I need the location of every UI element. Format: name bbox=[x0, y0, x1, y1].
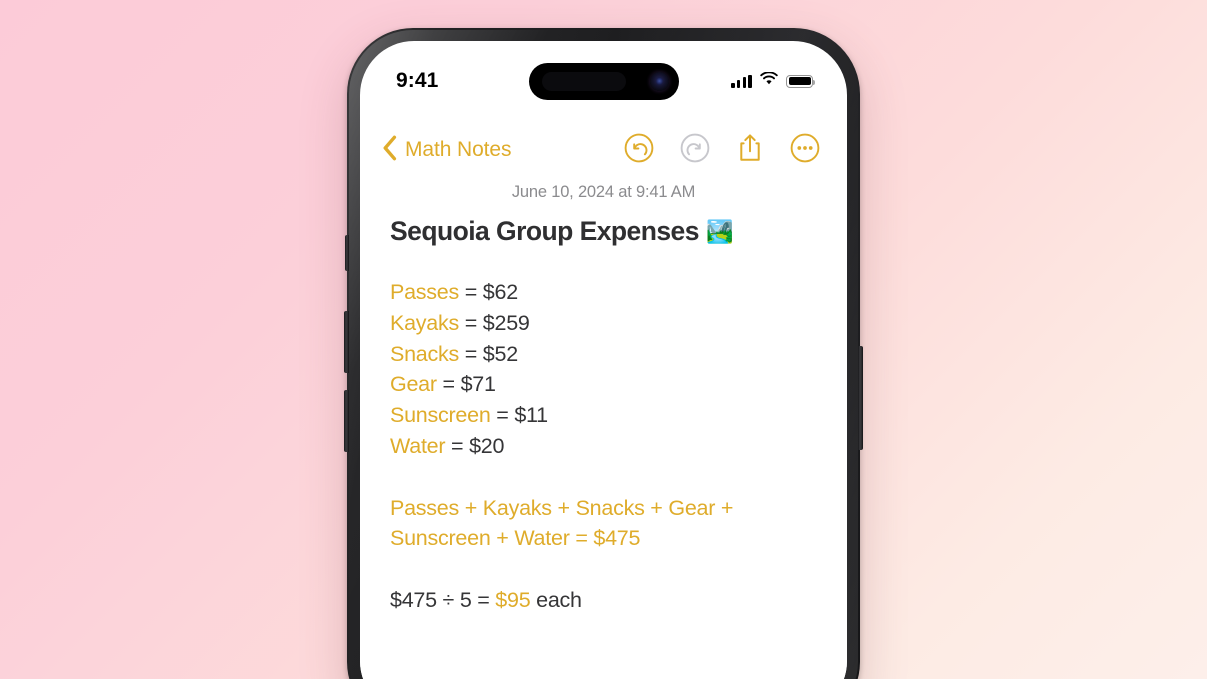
note-title-text: Sequoia Group Expenses bbox=[390, 216, 699, 246]
plus-operator: + bbox=[715, 495, 734, 520]
back-button[interactable]: Math Notes bbox=[382, 135, 511, 166]
note-timestamp: June 10, 2024 at 9:41 AM bbox=[511, 183, 696, 201]
expense-variable: Water bbox=[390, 433, 446, 458]
sum-term: Gear bbox=[668, 495, 716, 520]
division-expression: $475 ÷ 5 = bbox=[390, 587, 496, 612]
dynamic-island bbox=[528, 63, 679, 100]
expense-value: $52 bbox=[482, 341, 518, 366]
front-camera-icon bbox=[649, 72, 669, 91]
equals-operator: = bbox=[459, 280, 483, 304]
note-content[interactable]: June 10, 2024 at 9:41 AM Sequoia Group E… bbox=[360, 173, 847, 679]
earpiece-speaker-icon bbox=[541, 72, 626, 91]
national-park-emoji-icon: 🏞️ bbox=[705, 218, 733, 244]
expense-line: Water = $20 bbox=[390, 431, 817, 462]
expense-variable: Gear bbox=[390, 372, 437, 397]
cellular-signal-icon bbox=[731, 74, 752, 88]
expense-variable: Kayaks bbox=[390, 310, 460, 335]
expense-line: Kayaks = $259 bbox=[390, 308, 817, 339]
division-equation-line: $475 ÷ 5 = $95 each bbox=[390, 585, 817, 616]
phone-device-frame: 9:41 Math Notes June 10, 2024 at 9:41 AM… bbox=[344, 28, 863, 679]
equals-operator: = bbox=[490, 403, 515, 428]
sum-term: Kayaks bbox=[482, 495, 552, 520]
navigation-bar: Math Notes bbox=[360, 127, 847, 173]
sum-equation-line: Passes + Kayaks + Snacks + Gear + Sunscr… bbox=[390, 493, 817, 555]
division-result: $95 bbox=[495, 587, 531, 612]
equals-operator: = bbox=[459, 341, 483, 366]
note-title: Sequoia Group Expenses 🏞️ bbox=[390, 216, 817, 247]
expense-line: Gear = $71 bbox=[390, 369, 817, 400]
sum-term: Snacks bbox=[575, 495, 645, 520]
expense-variable: Sunscreen bbox=[390, 403, 491, 428]
expense-variable: Snacks bbox=[390, 341, 460, 366]
power-button[interactable] bbox=[858, 346, 863, 450]
more-button[interactable] bbox=[789, 132, 821, 169]
navigation-actions bbox=[623, 132, 821, 169]
sum-term: Water bbox=[514, 526, 570, 551]
expense-value: $259 bbox=[482, 310, 530, 335]
sum-term: Sunscreen bbox=[390, 526, 491, 551]
division-suffix: each bbox=[530, 587, 582, 612]
redo-button[interactable] bbox=[679, 132, 711, 169]
status-bar-indicators bbox=[731, 71, 816, 90]
phone-screen: 9:41 Math Notes June 10, 2024 at 9:41 AM… bbox=[360, 41, 847, 679]
equals-operator: = bbox=[569, 526, 594, 551]
action-button[interactable] bbox=[345, 235, 349, 271]
expense-value: $62 bbox=[482, 280, 518, 304]
expense-definitions: Passes = $62 Kayaks = $259 Snacks = $52 … bbox=[390, 277, 817, 616]
expense-value: $20 bbox=[469, 433, 505, 458]
sum-total: $475 bbox=[593, 526, 641, 551]
expense-value: $71 bbox=[460, 372, 496, 397]
expense-line: Snacks = $52 bbox=[390, 339, 817, 370]
volume-down-button[interactable] bbox=[344, 390, 349, 452]
expense-line: Sunscreen = $11 bbox=[390, 400, 817, 431]
plus-operator: + bbox=[644, 495, 669, 520]
undo-button[interactable] bbox=[623, 132, 655, 169]
volume-up-button[interactable] bbox=[344, 311, 349, 373]
share-button[interactable] bbox=[735, 132, 765, 169]
plus-operator: + bbox=[551, 495, 576, 520]
expense-line: Passes = $62 bbox=[390, 277, 817, 308]
wifi-icon bbox=[760, 71, 778, 90]
expense-value: $11 bbox=[514, 403, 548, 428]
plus-operator: + bbox=[459, 495, 483, 520]
expense-variable: Passes bbox=[390, 280, 460, 304]
battery-icon bbox=[786, 74, 816, 88]
plus-operator: + bbox=[490, 526, 515, 551]
status-bar-time: 9:41 bbox=[396, 69, 439, 92]
equals-operator: = bbox=[445, 433, 470, 458]
equals-operator: = bbox=[459, 310, 483, 335]
equals-operator: = bbox=[436, 372, 461, 397]
sum-term: Passes bbox=[390, 495, 460, 520]
back-button-label: Math Notes bbox=[405, 138, 512, 161]
chevron-left-icon bbox=[382, 135, 397, 166]
